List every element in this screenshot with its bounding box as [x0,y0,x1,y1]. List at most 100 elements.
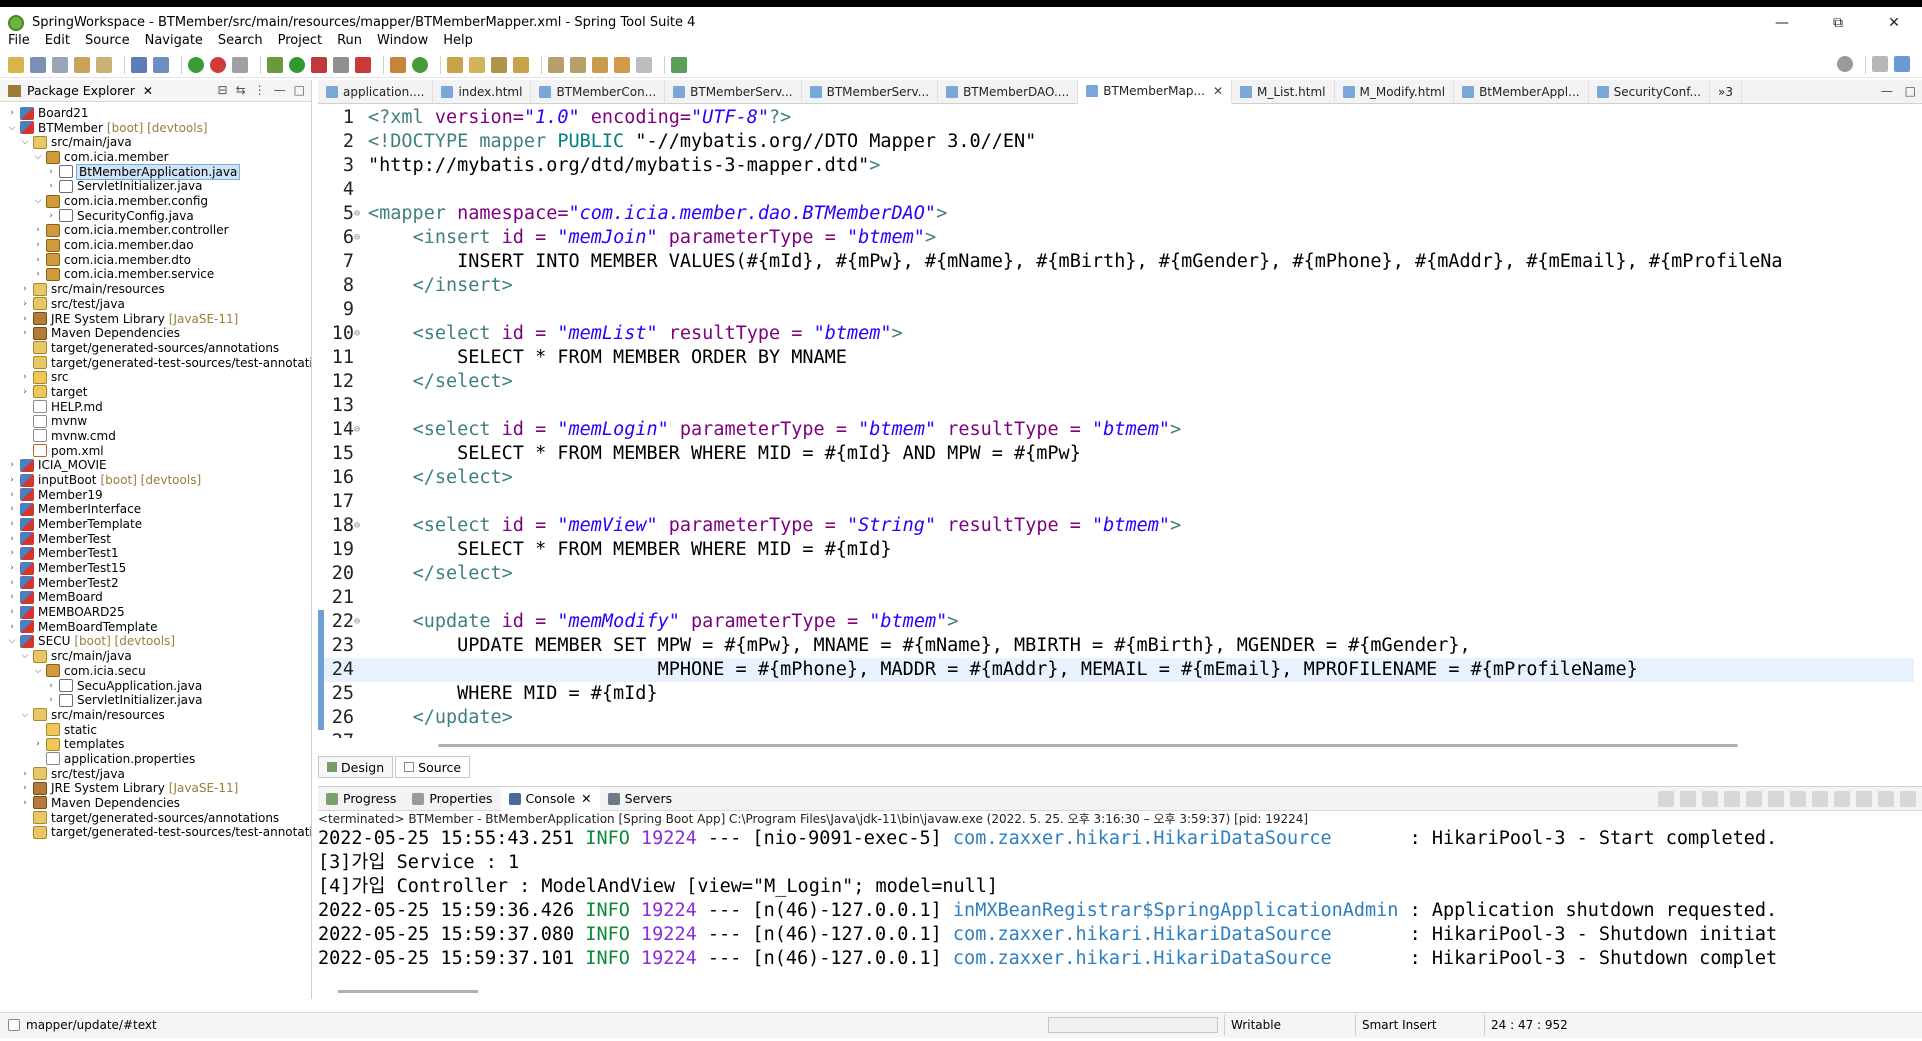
code-line[interactable]: 10⊖ <select id = "memList" resultType = … [318,322,1914,346]
tab-progress[interactable]: Progress [318,787,404,811]
tree-twisty-icon[interactable]: › [6,460,18,470]
editor-tab[interactable]: BTMemberDAO.... [938,79,1079,104]
search-toolbar-icon[interactable] [491,56,507,73]
pin-console-icon[interactable] [1834,791,1850,807]
display-console-icon[interactable] [1856,791,1872,807]
tree-twisty-icon[interactable]: › [19,299,31,309]
tree-twisty-icon[interactable]: › [19,372,31,382]
coverage-icon[interactable] [311,56,327,73]
code-line[interactable]: 17 [318,490,1914,514]
terminate-console-icon[interactable] [1702,791,1718,807]
maximize-editor-icon[interactable]: □ [1905,84,1916,98]
menu-file[interactable]: File [8,33,30,48]
fold-toggle-icon[interactable]: ⊖ [354,202,362,226]
terminate-icon[interactable] [232,56,248,73]
code-line[interactable]: 24 MPHONE = #{mPhone}, MADDR = #{mAddr},… [318,658,1914,682]
tree-twisty-icon[interactable]: › [6,607,18,617]
new-java-package-icon[interactable] [390,56,406,73]
code-line[interactable]: 19 SELECT * FROM MEMBER WHERE MID = #{mI… [318,538,1914,562]
forward-icon[interactable] [636,56,652,73]
relaunch-icon[interactable] [210,56,226,73]
menu-project[interactable]: Project [278,33,322,48]
open-console-icon[interactable] [1878,791,1894,807]
console-icon[interactable] [131,56,147,73]
package-explorer-tab[interactable]: Package Explorer ✕ ⊟ ⇆ ⋮ — □ [0,80,311,102]
code-line[interactable]: 22⊖ <update id = "memModify" parameterTy… [318,610,1914,634]
minimize-editor-icon[interactable]: — [1881,84,1893,98]
boot-dashboard-icon[interactable] [188,56,204,73]
menu-run[interactable]: Run [337,33,362,48]
log-logger-link[interactable]: com.zaxxer.hikari.HikariDataSource [953,948,1399,969]
next-annotation-icon[interactable] [548,56,564,73]
external-tools-icon[interactable] [355,56,371,73]
tab-properties[interactable]: Properties [404,787,500,811]
tree-twisty-icon[interactable]: ⌵ [32,666,44,676]
last-edit-icon[interactable] [592,56,608,73]
tree-twisty-icon[interactable]: › [6,504,18,514]
code-line[interactable]: 27 [318,730,1914,738]
tree-twisty-icon[interactable]: › [6,578,18,588]
new-java-class-icon[interactable] [412,56,428,73]
code-line[interactable]: 21 [318,586,1914,610]
tree-twisty-icon[interactable]: ⌵ [6,123,18,133]
code-line[interactable]: 11 SELECT * FROM MEMBER ORDER BY MNAME [318,346,1914,370]
close-tab-icon[interactable]: ✕ [1213,84,1223,98]
tree-twisty-icon[interactable]: › [6,490,18,500]
search-icon[interactable] [1837,56,1853,72]
code-line[interactable]: 23 UPDATE MEMBER SET MPW = #{mPw}, MNAME… [318,634,1914,658]
editor-tab[interactable]: SecurityConf... [1589,79,1710,104]
fold-toggle-icon[interactable]: ⊖ [354,322,362,346]
tree-twisty-icon[interactable]: › [6,534,18,544]
editor-tab[interactable]: index.html [433,79,532,104]
skip-breakpoints-icon[interactable] [153,56,169,73]
code-line[interactable]: 8 </insert> [318,274,1914,298]
tree-twisty-icon[interactable]: › [6,108,18,118]
code-line[interactable]: 18⊖ <select id = "memView" parameterType… [318,514,1914,538]
open-task-icon[interactable] [469,56,485,73]
editor-tab[interactable]: application.... [318,79,434,104]
tree-twisty-icon[interactable]: ⌵ [6,636,18,646]
menu-search[interactable]: Search [218,33,263,48]
scroll-lock-icon[interactable] [1746,791,1762,807]
tree-twisty-icon[interactable]: ⌵ [19,137,31,147]
tree-item[interactable]: target/generated-test-sources/test-annot… [19,823,311,841]
tree-twisty-icon[interactable]: › [32,739,44,749]
code-line[interactable]: 6⊖ <insert id = "memJoin" parameterType … [318,226,1914,250]
maximize-view-icon[interactable]: □ [294,83,305,97]
fold-toggle-icon[interactable]: ⊖ [354,514,362,538]
tree-twisty-icon[interactable]: ⌵ [32,196,44,206]
show-stdout-icon[interactable] [1790,791,1806,807]
log-logger-link[interactable]: inMXBeanRegistrar$SpringApplicationAdmin [953,900,1399,921]
tree-twisty-icon[interactable]: › [19,328,31,338]
fold-toggle-icon[interactable]: ⊖ [354,226,362,250]
print-icon[interactable] [74,56,90,73]
fold-toggle-icon[interactable]: ⊖ [354,610,362,634]
editor-horizontal-scrollbar[interactable] [318,740,1914,752]
tree-twisty-icon[interactable]: › [6,548,18,558]
debug-icon[interactable] [267,56,283,73]
tab-overflow-button[interactable]: »3 [1710,79,1742,104]
tree-twisty-icon[interactable]: › [19,798,31,808]
code-line[interactable]: 2 <!DOCTYPE mapper PUBLIC "-//mybatis.org… [318,130,1914,154]
code-line[interactable]: 25 WHERE MID = #{mId} [318,682,1914,706]
tab-servers[interactable]: Servers [600,787,681,811]
log-logger-link[interactable]: com.zaxxer.hikari.HikariDataSource [953,828,1399,849]
tree-twisty-icon[interactable]: › [19,284,31,294]
tree-twisty-icon[interactable]: › [6,519,18,529]
show-stderr-icon[interactable] [1812,791,1828,807]
editor-tab[interactable]: BTMemberServ... [802,79,939,104]
editor-tab[interactable]: BTMemberServ... [665,79,802,104]
tree-twisty-icon[interactable]: › [6,475,18,485]
fold-toggle-icon[interactable]: ⊖ [354,418,362,442]
menu-window[interactable]: Window [377,33,428,48]
pin-editor-icon[interactable] [671,56,687,73]
tree-twisty-icon[interactable]: › [6,592,18,602]
code-line[interactable]: 1 <?xml version="1.0" encoding="UTF-8"?> [318,106,1914,130]
open-type-hierarchy-icon[interactable] [447,56,463,73]
tree-twisty-icon[interactable]: › [45,681,57,691]
annotation-icon[interactable] [513,56,529,73]
code-editor[interactable]: 1 <?xml version="1.0" encoding="UTF-8"?> 2… [318,106,1914,738]
tree-twisty-icon[interactable]: › [32,255,44,265]
editor-tab[interactable]: M_Modify.html [1335,79,1455,104]
code-line[interactable]: 26 </update> [318,706,1914,730]
